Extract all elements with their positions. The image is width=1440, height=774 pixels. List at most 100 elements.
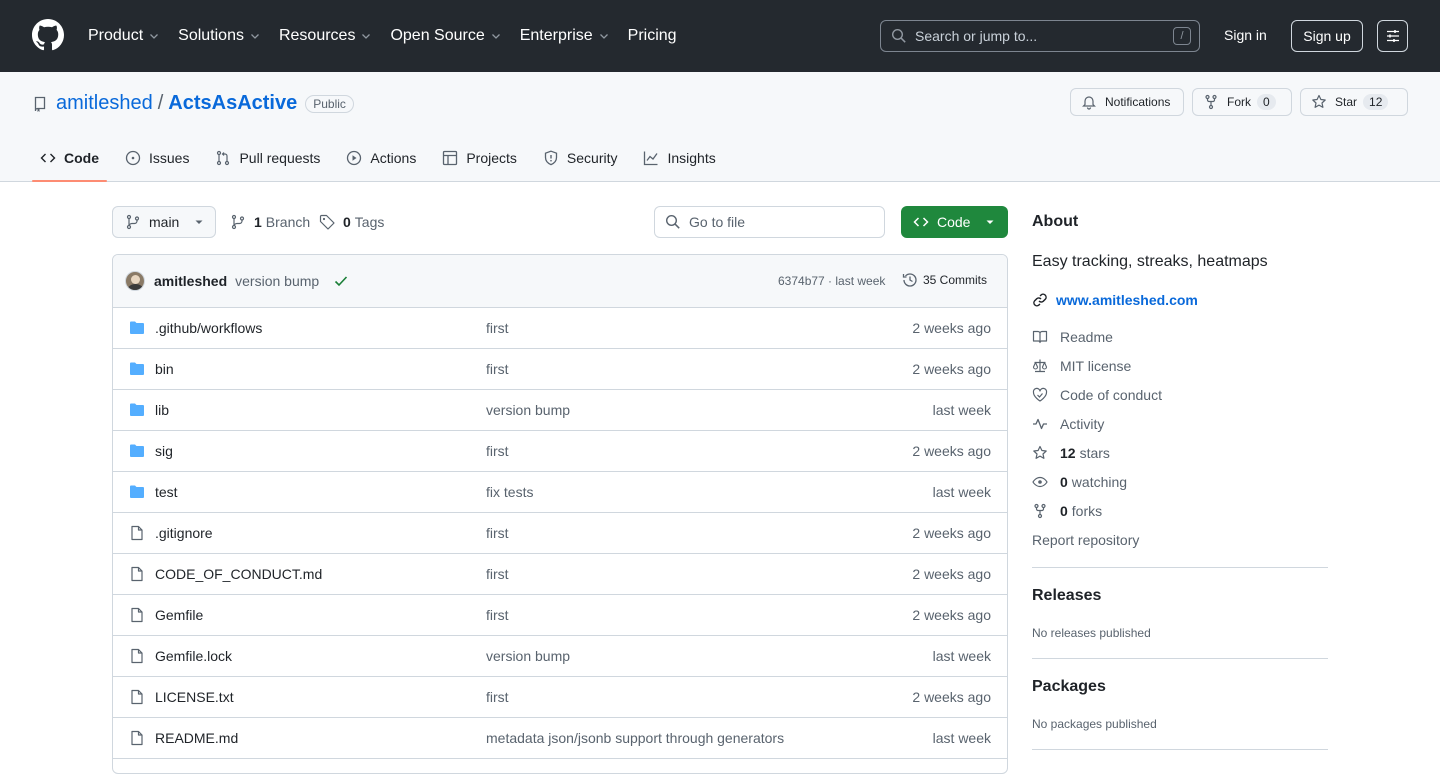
file-commit-message[interactable]: first (486, 443, 509, 459)
notifications-button[interactable]: Notifications (1070, 88, 1184, 116)
file-name-link[interactable]: .github/workflows (155, 320, 262, 336)
license-link[interactable]: MIT license (1032, 358, 1131, 374)
check-icon[interactable] (333, 273, 349, 289)
activity-link[interactable]: Activity (1032, 416, 1104, 432)
avatar[interactable] (125, 271, 145, 291)
file-commit-message[interactable]: version bump (486, 402, 570, 418)
tag-count: 0 (343, 214, 351, 230)
tags-link[interactable]: 0 Tags (319, 214, 384, 230)
nav-open-source[interactable]: Open Source (390, 27, 501, 45)
file-commit-message[interactable]: first (486, 320, 509, 336)
tab-issues[interactable]: Issues (117, 138, 197, 178)
file-commit-message[interactable]: first (486, 607, 509, 623)
folder-icon (130, 403, 144, 416)
report-repository-link[interactable]: Report repository (1032, 532, 1139, 548)
chevron-down-icon (599, 34, 608, 39)
code-of-conduct-link[interactable]: Code of conduct (1032, 387, 1162, 403)
file-icon (131, 607, 143, 623)
nav-pricing[interactable]: Pricing (628, 27, 677, 45)
file-commit-date: last week (932, 730, 991, 746)
file-commit-message[interactable]: version bump (486, 648, 570, 664)
readme-link[interactable]: Readme (1032, 329, 1113, 345)
tag-count-label: Tags (354, 214, 385, 230)
code-icon (40, 153, 56, 163)
repository-header: amitleshed / ActsAsActive Public Notific… (0, 72, 1440, 182)
nav-product[interactable]: Product (88, 27, 160, 45)
fork-icon (1205, 94, 1217, 110)
branch-selector-button[interactable]: main (112, 206, 216, 238)
file-commit-message[interactable]: first (486, 361, 509, 377)
nav-open-source-label: Open Source (390, 27, 485, 44)
repo-owner-link[interactable]: amitleshed (56, 92, 153, 115)
notifications-label: Notifications (1105, 95, 1171, 109)
code-icon (913, 217, 929, 227)
settings-menu-button[interactable] (1377, 20, 1408, 52)
file-name-link[interactable]: LICENSE.txt (155, 689, 234, 705)
commit-author-link[interactable]: amitleshed (154, 273, 227, 289)
tab-pull-requests[interactable]: Pull requests (207, 138, 328, 178)
file-name-link[interactable]: .gitignore (155, 525, 213, 541)
file-commit-message[interactable]: first (486, 689, 509, 705)
tab-code[interactable]: Code (32, 138, 107, 182)
global-header: Product Solutions Resources Open Source … (0, 0, 1440, 72)
go-to-file-input[interactable]: Go to file (654, 206, 885, 238)
search-icon (891, 28, 906, 43)
forks-link[interactable]: 0 forks (1032, 503, 1102, 519)
file-commit-message[interactable]: first (486, 525, 509, 541)
packages-heading[interactable]: Packages (1032, 678, 1106, 696)
commits-history-link[interactable]: 35 Commits (902, 272, 987, 288)
nav-enterprise[interactable]: Enterprise (520, 27, 610, 45)
activity-label: Activity (1060, 416, 1105, 432)
sign-up-button[interactable]: Sign up (1291, 20, 1363, 52)
caret-down-icon (195, 220, 203, 224)
website-link[interactable]: www.amitleshed.com (1032, 292, 1198, 308)
commit-sha-age[interactable]: 6374b77 · last week (778, 274, 885, 288)
repo-title: amitleshed / ActsAsActive Public (32, 92, 354, 115)
file-name-link[interactable]: test (155, 484, 178, 500)
file-commit-message[interactable]: first (486, 566, 509, 582)
graph-icon (644, 151, 659, 166)
branch-icon (231, 214, 245, 230)
file-name-link[interactable]: README.md (155, 730, 238, 746)
github-logo-icon[interactable] (32, 19, 64, 51)
branches-link[interactable]: 1 Branch (230, 214, 310, 230)
nav-resources[interactable]: Resources (279, 27, 372, 45)
tab-projects[interactable]: Projects (434, 138, 525, 178)
tab-insights[interactable]: Insights (635, 138, 723, 178)
fork-button[interactable]: Fork 0 (1192, 88, 1292, 116)
file-icon (131, 730, 143, 746)
file-name-link[interactable]: lib (155, 402, 169, 418)
link-icon (1033, 293, 1047, 307)
global-search-input[interactable]: Search or jump to... / (880, 20, 1200, 52)
commit-message-link[interactable]: version bump (235, 273, 319, 289)
readme-label: Readme (1060, 329, 1113, 345)
watchers-link[interactable]: 0 watching (1032, 474, 1127, 490)
file-name-link[interactable]: Gemfile.lock (155, 648, 232, 664)
code-dropdown-button[interactable]: Code (901, 206, 1008, 238)
file-name-link[interactable]: bin (155, 361, 174, 377)
nav-solutions-label: Solutions (178, 27, 244, 44)
branch-count: 1 (254, 214, 262, 230)
visibility-badge: Public (305, 94, 354, 113)
nav-solutions[interactable]: Solutions (178, 27, 261, 45)
table-row: test fix tests last week (113, 472, 1007, 513)
file-name-link[interactable]: Gemfile (155, 607, 203, 623)
file-commit-message[interactable]: metadata json/jsonb support through gene… (486, 730, 784, 746)
file-name-link[interactable]: sig (155, 443, 173, 459)
star-button[interactable]: Star 12 (1300, 88, 1408, 116)
table-row: Gemfile.lock version bump last week (113, 636, 1007, 677)
file-commit-date: 2 weeks ago (912, 443, 991, 459)
repo-name-link[interactable]: ActsAsActive (168, 92, 297, 115)
tab-security[interactable]: Security (535, 138, 626, 178)
file-commit-date: 2 weeks ago (912, 566, 991, 582)
stars-link[interactable]: 12 stars (1032, 445, 1110, 461)
file-icon (131, 648, 143, 664)
tab-actions[interactable]: Actions (338, 138, 424, 178)
sign-in-link[interactable]: Sign in (1224, 27, 1267, 43)
releases-heading[interactable]: Releases (1032, 587, 1101, 605)
file-commit-message[interactable]: fix tests (486, 484, 533, 500)
tab-insights-label: Insights (667, 150, 716, 166)
file-name-link[interactable]: CODE_OF_CONDUCT.md (155, 566, 322, 582)
repo-icon (34, 96, 46, 112)
table-row: bin first 2 weeks ago (113, 349, 1007, 390)
